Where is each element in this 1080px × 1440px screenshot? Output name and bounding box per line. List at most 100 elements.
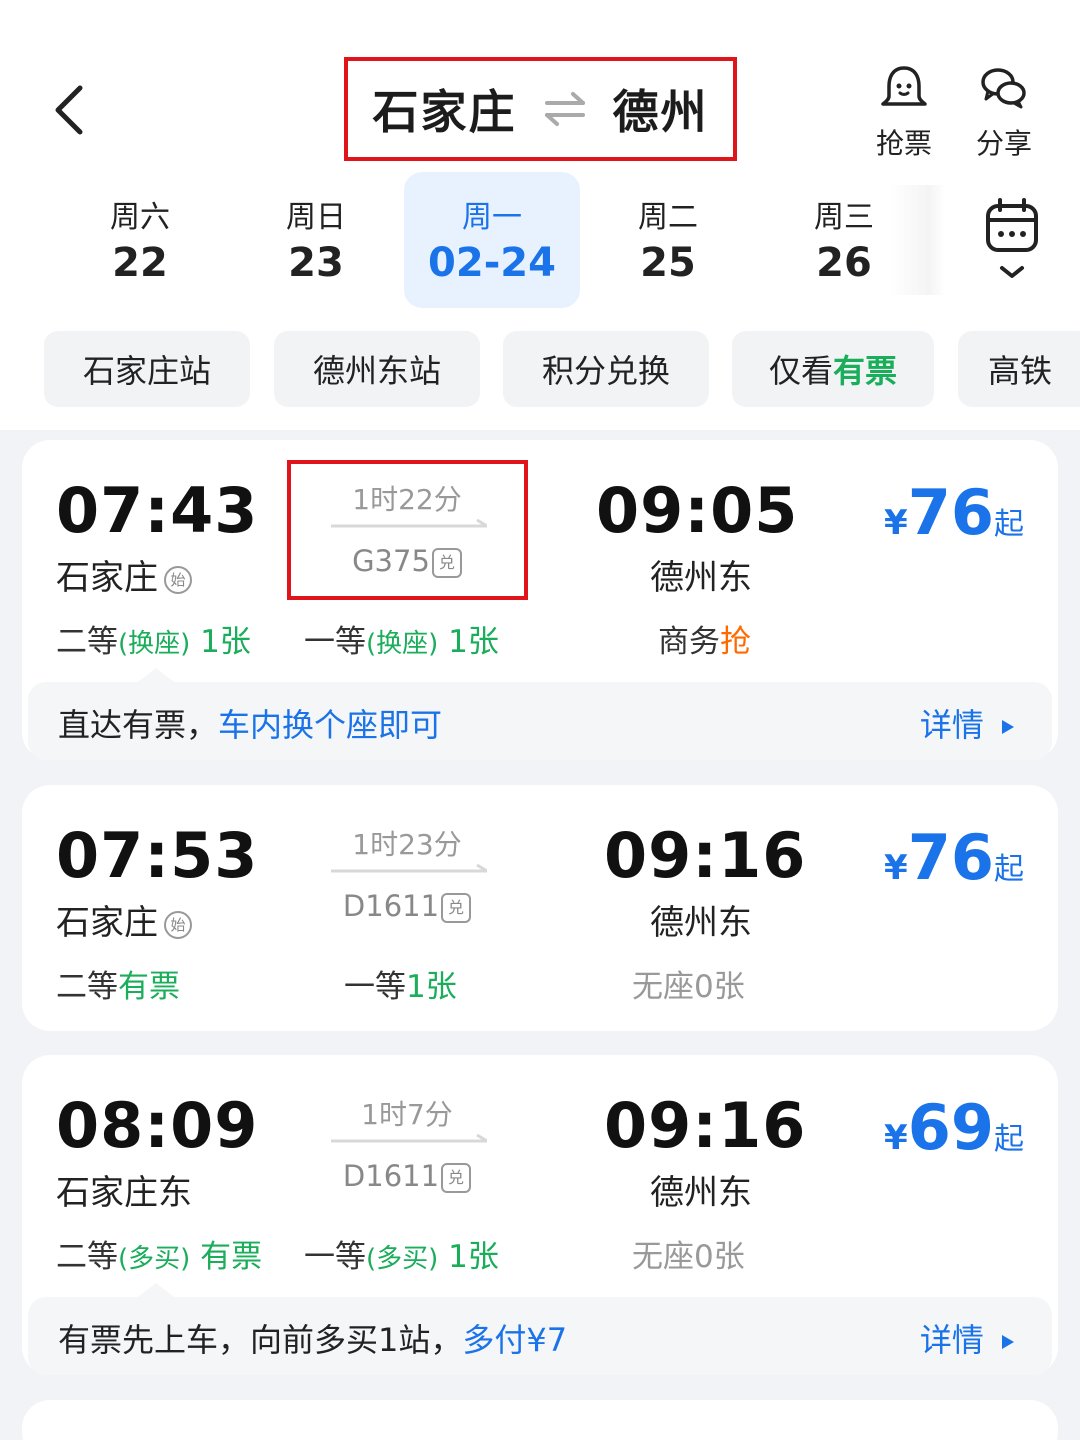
date-tab[interactable]: 周二 25	[580, 172, 756, 308]
arrival-station: 德州东	[650, 1173, 752, 1213]
departure-station: 石家庄始	[56, 550, 192, 599]
train-card-partial[interactable]	[22, 1400, 1058, 1440]
departure-time: 07:43	[56, 474, 259, 547]
train-number-text: D1611	[342, 889, 440, 923]
seat-note: (多买)	[366, 1244, 439, 1274]
filter-label: 仅看	[768, 352, 833, 390]
day: 23	[288, 240, 344, 286]
day: 02-24	[428, 240, 556, 286]
seat-availability: 1张	[200, 624, 251, 660]
departure-station: 石家庄东	[56, 1173, 192, 1213]
filter-points-exchange[interactable]: 积分兑换	[503, 331, 709, 407]
departure-station-name: 石家庄	[56, 903, 158, 943]
weekday: 周二	[638, 200, 698, 235]
duration: 1时23分	[352, 828, 462, 861]
price: ¥69起	[884, 1091, 1024, 1164]
seat-grab: 抢	[720, 624, 751, 660]
day: 25	[640, 240, 696, 286]
seat-availability: 有票	[118, 969, 180, 1005]
route-title[interactable]: 石家庄 德州	[344, 57, 737, 161]
grab-ticket-button[interactable]: 抢票	[864, 62, 944, 162]
seat-first-class: 一等(多买) 1张	[304, 1231, 499, 1276]
filter-departure-station[interactable]: 石家庄站	[44, 331, 250, 407]
direction-arrow-icon	[331, 863, 487, 873]
seat-business-class: 商务抢	[658, 616, 751, 661]
date-tab[interactable]: 周日 23	[228, 172, 404, 308]
seat-class: 商务	[658, 624, 720, 660]
filter-label-highlight: 有票	[833, 352, 898, 390]
calendar-icon[interactable]	[982, 196, 1042, 286]
detail-label: 详情	[919, 1321, 984, 1359]
seat-availability: 1张	[448, 624, 499, 660]
arrival-station: 德州东	[650, 558, 752, 598]
share-label: 分享	[975, 127, 1032, 160]
departure-station-name: 石家庄	[56, 558, 158, 598]
seat-second-class: 二等(多买) 有票	[56, 1231, 262, 1276]
date-selector: 周六 22 周日 23 周一 02-24 周二 25 周三 26	[52, 172, 942, 308]
seat-class: 一等	[304, 624, 366, 660]
filter-label: 石家庄站	[82, 352, 211, 390]
direction-arrow-icon	[331, 1133, 487, 1143]
train-card[interactable]: 08:09 石家庄东 1时7分 D1611 兑 09:16 德州东 ¥69起 二等…	[22, 1055, 1058, 1375]
filter-label: 高铁	[988, 352, 1053, 390]
to-city: 德州	[612, 85, 709, 139]
train-card[interactable]: 07:53 石家庄始 1时23分 D1611 兑 09:16 德州东 ¥76起 二…	[22, 785, 1058, 1031]
origin-badge: 始	[164, 565, 192, 594]
play-arrow-icon	[1002, 720, 1014, 734]
seat-first-class: 一等1张	[344, 961, 457, 1006]
hint-pointer	[138, 668, 174, 682]
seat-class: 一等	[344, 969, 406, 1005]
exchange-badge: 兑	[441, 1163, 472, 1193]
price-value: 69	[907, 1091, 994, 1164]
exchange-badge: 兑	[441, 893, 472, 923]
weekday: 周一	[462, 200, 522, 235]
seat-note: (换座)	[366, 629, 439, 659]
back-arrow-icon[interactable]	[46, 80, 106, 140]
detail-link[interactable]: 详情	[920, 1315, 1016, 1361]
filter-available-only[interactable]: 仅看 有票	[732, 331, 934, 407]
train-card[interactable]: 07:43 石家庄始 1时22分 G375 兑 09:05 德州东 ¥76起 二等…	[22, 440, 1058, 760]
detail-link[interactable]: 详情	[920, 700, 1016, 746]
seat-class: 二等	[56, 624, 118, 660]
price-suffix: 起	[994, 1122, 1024, 1157]
seat-first-class: 一等(换座) 1张	[304, 616, 499, 661]
price: ¥76起	[884, 821, 1024, 894]
seat-note: (多买)	[118, 1244, 191, 1274]
grab-ticket-label: 抢票	[875, 127, 932, 160]
filter-bar: 石家庄站 德州东站 积分兑换 仅看 有票 高铁	[44, 331, 1080, 407]
currency-symbol: ¥	[884, 1118, 908, 1158]
filter-arrival-station[interactable]: 德州东站	[274, 331, 480, 407]
filter-label: 德州东站	[312, 352, 441, 390]
weekday: 周日	[286, 200, 346, 235]
train-number[interactable]: D1611 兑	[327, 1159, 487, 1193]
train-number[interactable]: D1611 兑	[327, 889, 487, 923]
arrival-time: 09:16	[604, 819, 807, 892]
seat-note: (换座)	[118, 629, 191, 659]
wechat-icon	[981, 68, 1026, 109]
hint-bar[interactable]: 有票先上车，向前多买1站，多付¥7 详情	[28, 1297, 1052, 1375]
price: ¥76起	[884, 476, 1024, 549]
hint-link: 车内换个座即可	[218, 706, 443, 744]
share-button[interactable]: 分享	[964, 62, 1044, 162]
seat-no-seat: 无座0张	[632, 1239, 745, 1275]
currency-symbol: ¥	[884, 848, 908, 888]
header-panel: 石家庄 德州 抢票 分享 周六 22 周日 23 周一 02-24 周二 25 …	[0, 0, 1080, 430]
hint-bar[interactable]: 直达有票，车内换个座即可 详情	[28, 682, 1052, 760]
date-tab-selected[interactable]: 周一 02-24	[404, 172, 580, 308]
departure-time: 08:09	[56, 1089, 259, 1162]
play-arrow-icon	[1002, 1335, 1014, 1349]
duration: 1时7分	[361, 1098, 453, 1131]
seat-class: 一等	[304, 1239, 366, 1275]
departure-time: 07:53	[56, 819, 259, 892]
hint-link: 多付¥7	[462, 1321, 568, 1359]
seat-second-class: 二等有票	[56, 961, 180, 1006]
train-number-text: D1611	[342, 1159, 440, 1193]
date-scroll-fade	[890, 185, 945, 295]
date-tab[interactable]: 周六 22	[52, 172, 228, 308]
price-value: 76	[907, 821, 994, 894]
day: 22	[112, 240, 168, 286]
hint-text: 直达有票，车内换个座即可	[58, 700, 442, 746]
filter-high-speed[interactable]: 高铁	[958, 331, 1080, 407]
swap-icon[interactable]	[541, 89, 589, 129]
seat-availability: 1张	[448, 1239, 499, 1275]
